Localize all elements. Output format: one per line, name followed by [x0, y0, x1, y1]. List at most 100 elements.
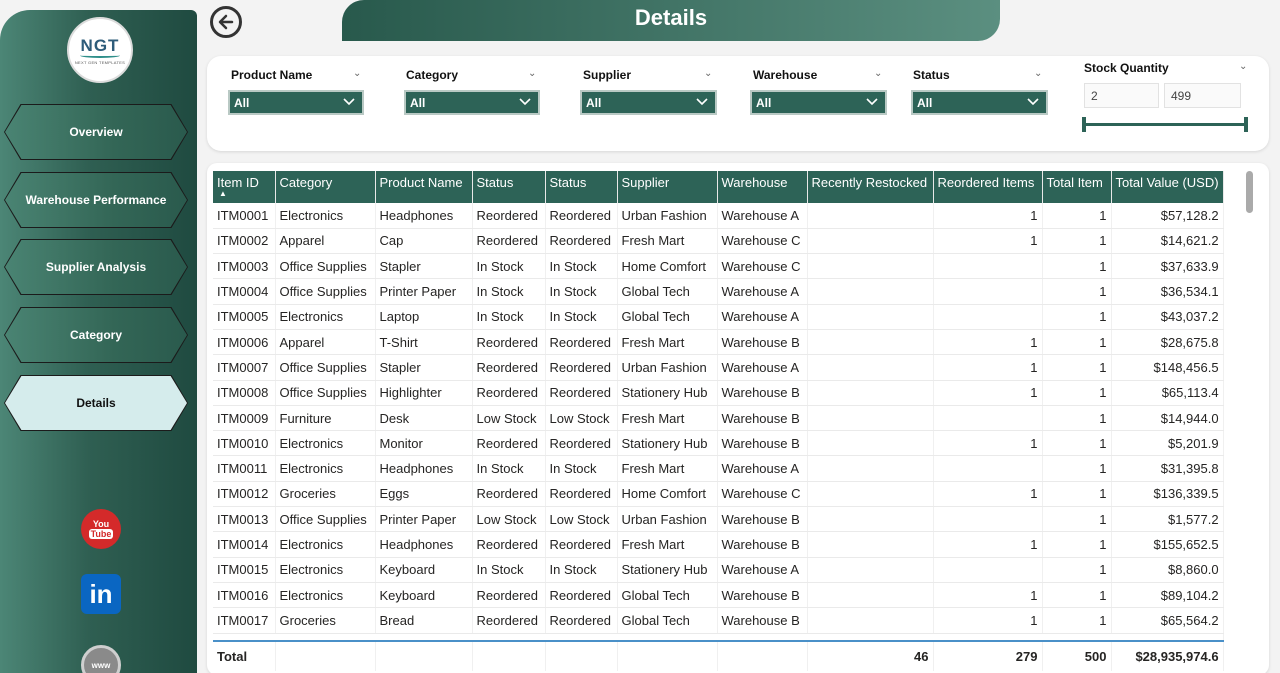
- table-cell: Reordered: [545, 355, 617, 380]
- table-cell: Reordered: [472, 203, 545, 228]
- table-total-row: Total 46 279 500 $28,935,974.6: [213, 641, 1223, 671]
- table-row[interactable]: ITM0008Office SuppliesHighlighterReorder…: [213, 380, 1223, 405]
- chevron-down-icon: [518, 95, 532, 112]
- nav-details[interactable]: Details: [4, 375, 188, 431]
- nav-supplier-analysis[interactable]: Supplier Analysis: [4, 239, 188, 295]
- table-cell: Reordered: [545, 203, 617, 228]
- table-row[interactable]: ITM0015ElectronicsKeyboardIn StockIn Sto…: [213, 557, 1223, 582]
- column-header-status-2[interactable]: Status: [545, 171, 617, 203]
- nav-overview[interactable]: Overview: [4, 104, 188, 160]
- table-cell: Home Comfort: [617, 481, 717, 506]
- table-cell: Global Tech: [617, 608, 717, 633]
- table-cell: Electronics: [275, 456, 375, 481]
- chevron-down-icon[interactable]: ⌄: [874, 68, 882, 79]
- table-cell: $65,113.4: [1111, 380, 1223, 405]
- chevron-down-icon[interactable]: ⌄: [353, 68, 361, 79]
- youtube-icon-text: You: [93, 519, 109, 529]
- table-cell: $89,104.2: [1111, 582, 1223, 607]
- product-name-dropdown[interactable]: All: [228, 90, 364, 115]
- chevron-down-icon[interactable]: ⌄: [704, 68, 712, 79]
- table-cell: 1: [1042, 582, 1111, 607]
- table-row[interactable]: ITM0002ApparelCapReorderedReorderedFresh…: [213, 228, 1223, 253]
- column-header-recently-restocked[interactable]: Recently Restocked: [807, 171, 933, 203]
- table-cell: Stapler: [375, 254, 472, 279]
- column-header-item-id[interactable]: Item ID ▲: [213, 171, 275, 203]
- category-dropdown[interactable]: All: [404, 90, 540, 115]
- warehouse-dropdown[interactable]: All: [750, 90, 887, 115]
- nav-warehouse-performance-label: Warehouse Performance: [26, 193, 167, 207]
- table-cell: Low Stock: [472, 405, 545, 430]
- nav-category[interactable]: Category: [4, 307, 188, 363]
- table-cell: Reordered: [545, 380, 617, 405]
- stock-quantity-slider-track[interactable]: [1084, 123, 1246, 126]
- linkedin-icon[interactable]: in: [80, 573, 122, 615]
- table-row[interactable]: ITM0010ElectronicsMonitorReorderedReorde…: [213, 431, 1223, 456]
- column-header-total-value[interactable]: Total Value (USD): [1111, 171, 1223, 203]
- table-row[interactable]: ITM0013Office SuppliesPrinter PaperLow S…: [213, 507, 1223, 532]
- table-scrollbar[interactable]: [1246, 171, 1253, 213]
- table-cell: [807, 254, 933, 279]
- back-button[interactable]: [210, 6, 242, 38]
- stock-quantity-slider-max-handle[interactable]: [1244, 117, 1248, 132]
- table-cell: Reordered: [472, 481, 545, 506]
- table-cell: Low Stock: [545, 405, 617, 430]
- table-cell: 1: [1042, 507, 1111, 532]
- column-header-warehouse[interactable]: Warehouse: [717, 171, 807, 203]
- filter-product-name: Product Name ⌄: [231, 68, 367, 82]
- status-dropdown[interactable]: All: [911, 90, 1048, 115]
- table-row[interactable]: ITM0011ElectronicsHeadphonesIn StockIn S…: [213, 456, 1223, 481]
- table-row[interactable]: ITM0005ElectronicsLaptopIn StockIn Stock…: [213, 304, 1223, 329]
- table-cell: In Stock: [545, 456, 617, 481]
- table-row[interactable]: ITM0016ElectronicsKeyboardReorderedReord…: [213, 582, 1223, 607]
- table-row[interactable]: ITM0009FurnitureDeskLow StockLow StockFr…: [213, 405, 1223, 430]
- table-cell: 1: [933, 329, 1042, 354]
- table-cell: [933, 557, 1042, 582]
- table-cell: $5,201.9: [1111, 431, 1223, 456]
- youtube-icon[interactable]: You Tube: [80, 508, 122, 550]
- table-cell: Laptop: [375, 304, 472, 329]
- table-row[interactable]: ITM0017GroceriesBreadReorderedReorderedG…: [213, 608, 1223, 633]
- total-value: $28,935,974.6: [1111, 641, 1223, 671]
- table-row[interactable]: ITM0007Office SuppliesStaplerReorderedRe…: [213, 355, 1223, 380]
- table-cell: [933, 254, 1042, 279]
- chevron-down-icon[interactable]: ⌄: [1239, 61, 1247, 72]
- sort-ascending-icon: ▲: [219, 190, 271, 198]
- table-header-row: Item ID ▲ Category Product Name Status S…: [213, 171, 1223, 203]
- column-header-category[interactable]: Category: [275, 171, 375, 203]
- chevron-down-icon[interactable]: ⌄: [1034, 68, 1042, 79]
- table-cell: Warehouse B: [717, 329, 807, 354]
- column-header-product-name[interactable]: Product Name: [375, 171, 472, 203]
- table-cell: 1: [1042, 304, 1111, 329]
- table-row[interactable]: ITM0012GroceriesEggsReorderedReorderedHo…: [213, 481, 1223, 506]
- chevron-down-icon[interactable]: ⌄: [528, 68, 536, 79]
- table-cell: Keyboard: [375, 557, 472, 582]
- page-title-banner: Details: [342, 0, 1000, 41]
- stock-quantity-slider-min-handle[interactable]: [1082, 117, 1086, 132]
- table-cell: Cap: [375, 228, 472, 253]
- supplier-dropdown[interactable]: All: [580, 90, 717, 115]
- column-header-reordered-items[interactable]: Reordered Items: [933, 171, 1042, 203]
- table-row[interactable]: ITM0003Office SuppliesStaplerIn StockIn …: [213, 254, 1223, 279]
- table-cell: Stapler: [375, 355, 472, 380]
- table-cell: Bread: [375, 608, 472, 633]
- table-row[interactable]: ITM0006ApparelT-ShirtReorderedReorderedF…: [213, 329, 1223, 354]
- table-cell: [807, 582, 933, 607]
- filter-category-label: Category: [406, 68, 542, 82]
- stock-quantity-max-input[interactable]: 499: [1164, 83, 1241, 108]
- table-row[interactable]: ITM0004Office SuppliesPrinter PaperIn St…: [213, 279, 1223, 304]
- table-row[interactable]: ITM0001ElectronicsHeadphonesReorderedReo…: [213, 203, 1223, 228]
- column-header-total-item[interactable]: Total Item: [1042, 171, 1111, 203]
- logo-subtext: NEXT GEN TEMPLATES: [75, 60, 125, 65]
- filter-warehouse-label: Warehouse: [753, 68, 889, 82]
- table-cell: [807, 608, 933, 633]
- website-globe-icon[interactable]: www: [80, 644, 122, 673]
- table-cell: $57,128.2: [1111, 203, 1223, 228]
- column-header-status[interactable]: Status: [472, 171, 545, 203]
- filter-product-name-label: Product Name: [231, 68, 367, 82]
- nav-warehouse-performance[interactable]: Warehouse Performance: [4, 172, 188, 228]
- total-item: 500: [1042, 641, 1111, 671]
- column-header-supplier[interactable]: Supplier: [617, 171, 717, 203]
- table-cell: ITM0017: [213, 608, 275, 633]
- table-row[interactable]: ITM0014ElectronicsHeadphonesReorderedReo…: [213, 532, 1223, 557]
- stock-quantity-min-input[interactable]: 2: [1084, 83, 1159, 108]
